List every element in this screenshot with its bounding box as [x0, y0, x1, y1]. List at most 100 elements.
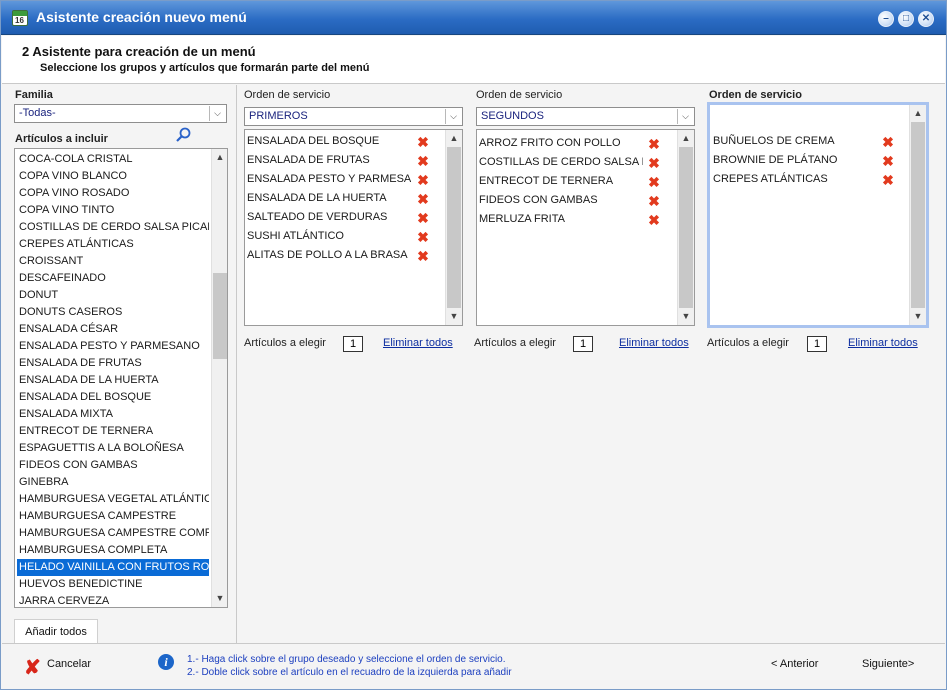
article-list-item[interactable]: ENSALADA MIXTA: [17, 406, 209, 423]
delete-x-icon[interactable]: ✖: [417, 230, 429, 244]
service-list-item[interactable]: BROWNIE DE PLÁTANO: [711, 151, 901, 170]
article-list-item[interactable]: HAMBURGUESA CAMPESTRE: [17, 508, 209, 525]
service-list-item[interactable]: ENSALADA DE LA HUERTA: [245, 189, 411, 208]
scroll-down-icon[interactable]: ▼: [446, 308, 462, 325]
scroll-down-icon[interactable]: ▼: [678, 308, 694, 325]
article-list-item[interactable]: ESPAGUETTIS A LA BOLOÑESA: [17, 440, 209, 457]
article-list-item[interactable]: COPA VINO ROSADO: [17, 185, 209, 202]
service-list-item[interactable]: COSTILLAS DE CERDO SALSA PICANTE: [477, 153, 643, 172]
article-list-item[interactable]: ENSALADA CÉSAR: [17, 321, 209, 338]
article-list-item[interactable]: HELADO VAINILLA CON FRUTOS ROJOS: [17, 559, 209, 576]
choose-count-input[interactable]: 1: [807, 336, 827, 352]
article-list-item[interactable]: HAMBURGUESA CAMPESTRE COMPLETA: [17, 525, 209, 542]
choose-count-input[interactable]: 1: [573, 336, 593, 352]
article-list-item[interactable]: CROISSANT: [17, 253, 209, 270]
article-list-item[interactable]: ENSALADA DEL BOSQUE: [17, 389, 209, 406]
service-list-item[interactable]: ALITAS DE POLLO A LA BRASA: [245, 246, 411, 265]
article-list-item[interactable]: COSTILLAS DE CERDO SALSA PICANTE: [17, 219, 209, 236]
scroll-up-icon[interactable]: ▲: [678, 130, 694, 147]
scroll-thumb[interactable]: [447, 147, 461, 308]
article-list-item[interactable]: HUEVOS BENEDICTINE: [17, 576, 209, 593]
delete-x-icon[interactable]: ✖: [648, 156, 660, 170]
chevron-down-icon[interactable]: ⌵: [677, 109, 693, 124]
scroll-thumb[interactable]: [911, 122, 925, 308]
delete-x-icon[interactable]: ✖: [417, 173, 429, 187]
delete-x-icon[interactable]: ✖: [882, 154, 894, 168]
remove-all-link[interactable]: Eliminar todos: [848, 337, 918, 349]
article-list-item[interactable]: COPA VINO BLANCO: [17, 168, 209, 185]
article-list-item[interactable]: DESCAFEINADO: [17, 270, 209, 287]
delete-x-icon[interactable]: ✖: [417, 154, 429, 168]
article-list-item[interactable]: HAMBURGUESA VEGETAL ATLÁNTICA: [17, 491, 209, 508]
close-icon[interactable]: ✕: [918, 11, 934, 27]
articles-list[interactable]: COCA-COLA CRISTAL COPA VINO BLANCO COPA VI…: [14, 148, 228, 608]
service-list-item[interactable]: BUÑUELOS DE CREMA: [711, 132, 901, 151]
scroll-up-icon[interactable]: ▲: [910, 105, 926, 122]
add-all-button[interactable]: Añadir todos: [14, 619, 98, 643]
cancel-x-icon[interactable]: ✘: [24, 655, 41, 680]
delete-x-icon[interactable]: ✖: [648, 194, 660, 208]
article-list-item[interactable]: FIDEOS CON GAMBAS: [17, 457, 209, 474]
delete-x-icon[interactable]: ✖: [882, 173, 894, 187]
choose-count-input[interactable]: 1: [343, 336, 363, 352]
delete-x-icon[interactable]: ✖: [882, 135, 894, 149]
article-list-item[interactable]: COCA-COLA CRISTAL: [17, 151, 209, 168]
remove-all-link[interactable]: Eliminar todos: [383, 337, 453, 349]
scroll-down-icon[interactable]: ▼: [910, 308, 926, 325]
service-list-item[interactable]: SUSHI ATLÁNTICO: [245, 227, 411, 246]
cancel-button[interactable]: Cancelar: [47, 658, 91, 670]
search-button[interactable]: [172, 125, 194, 145]
service-items-list[interactable]: BUÑUELOS DE CREMA ✖ BROWNIE DE PLÁTANO ✖ CRE…: [707, 102, 929, 328]
delete-x-icon[interactable]: ✖: [417, 192, 429, 206]
articles-scrollbar[interactable]: ▲ ▼: [211, 149, 227, 607]
article-list-item[interactable]: DONUTS CASEROS: [17, 304, 209, 321]
maximize-icon[interactable]: □: [898, 11, 914, 27]
article-list-item[interactable]: HAMBURGUESA COMPLETA: [17, 542, 209, 559]
delete-x-icon[interactable]: ✖: [417, 249, 429, 263]
article-list-item[interactable]: GINEBRA: [17, 474, 209, 491]
service-list-item[interactable]: ENSALADA DEL BOSQUE: [245, 132, 411, 151]
service-order-label: Orden de servicio: [476, 89, 563, 101]
service-order-select[interactable]: PRIMEROS ⌵: [244, 107, 463, 126]
service-list-item[interactable]: ENTRECOT DE TERNERA: [477, 172, 643, 191]
delete-x-icon[interactable]: ✖: [648, 137, 660, 151]
service-scrollbar[interactable]: ▲ ▼: [677, 130, 694, 325]
scroll-thumb[interactable]: [679, 147, 693, 308]
article-list-item[interactable]: ENSALADA PESTO Y PARMESANO: [17, 338, 209, 355]
service-scrollbar[interactable]: ▲ ▼: [445, 130, 462, 325]
scroll-thumb[interactable]: [213, 273, 227, 359]
service-items-list[interactable]: ENSALADA DEL BOSQUE ✖ ENSALADA DE FRUTAS ✖ E…: [244, 129, 463, 326]
scroll-up-icon[interactable]: ▲: [446, 130, 462, 147]
delete-x-icon[interactable]: ✖: [648, 175, 660, 189]
scroll-up-icon[interactable]: ▲: [212, 149, 227, 166]
scroll-down-icon[interactable]: ▼: [212, 590, 227, 607]
service-list-item[interactable]: ENSALADA DE FRUTAS: [245, 151, 411, 170]
article-list-item[interactable]: ENSALADA DE FRUTAS: [17, 355, 209, 372]
article-list-item[interactable]: COPA VINO TINTO: [17, 202, 209, 219]
delete-x-icon[interactable]: ✖: [417, 211, 429, 225]
service-list-item[interactable]: ENSALADA PESTO Y PARMESANO: [245, 170, 411, 189]
service-items-list[interactable]: ARROZ FRITO CON POLLO ✖ COSTILLAS DE CERDO…: [476, 129, 695, 326]
chevron-down-icon[interactable]: ⌵: [445, 109, 461, 124]
service-order-select[interactable]: SEGUNDOS ⌵: [476, 107, 695, 126]
chevron-down-icon[interactable]: ⌵: [209, 106, 225, 121]
article-list-item[interactable]: JARRA CERVEZA: [17, 593, 209, 607]
service-list-item[interactable]: FIDEOS CON GAMBAS: [477, 191, 643, 210]
article-list-item[interactable]: CREPES ATLÁNTICAS: [17, 236, 209, 253]
service-list-item[interactable]: CREPES ATLÁNTICAS: [711, 170, 901, 189]
service-list-item[interactable]: MERLUZA FRITA: [477, 210, 643, 229]
next-button[interactable]: Siguiente>: [862, 658, 914, 670]
back-button[interactable]: < Anterior: [771, 658, 818, 670]
remove-all-link[interactable]: Eliminar todos: [619, 337, 689, 349]
article-list-item[interactable]: DONUT: [17, 287, 209, 304]
delete-x-icon[interactable]: ✖: [417, 135, 429, 149]
title-bar[interactable]: 16 Asistente creación nuevo menú – □ ✕: [1, 1, 946, 35]
service-list-item[interactable]: SALTEADO DE VERDURAS: [245, 208, 411, 227]
article-list-item[interactable]: ENSALADA DE LA HUERTA: [17, 372, 209, 389]
article-list-item[interactable]: ENTRECOT DE TERNERA: [17, 423, 209, 440]
service-list-item[interactable]: ARROZ FRITO CON POLLO: [477, 134, 643, 153]
minimize-icon[interactable]: –: [878, 11, 894, 27]
familia-select[interactable]: -Todas- ⌵: [14, 104, 227, 123]
delete-x-icon[interactable]: ✖: [648, 213, 660, 227]
service-scrollbar[interactable]: ▲ ▼: [909, 105, 926, 325]
